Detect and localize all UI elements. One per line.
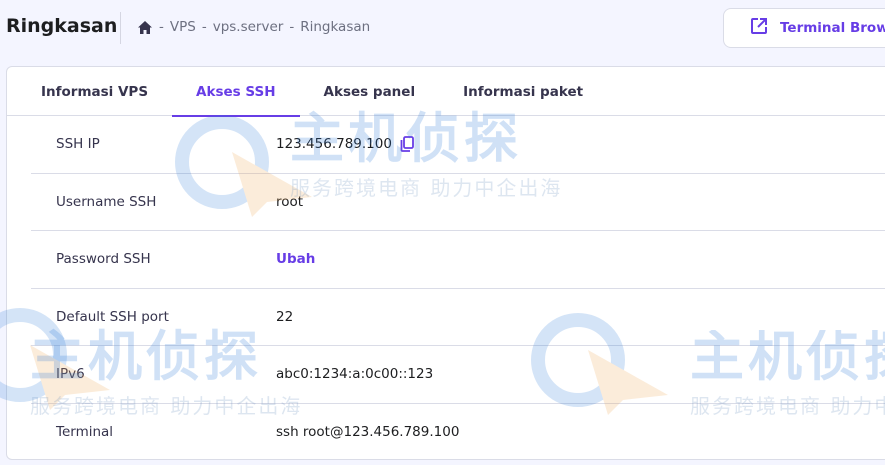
row-ipv6: IPv6 abc0:1234:a:0c00::123: [31, 346, 885, 404]
row-terminal: Terminal ssh root@123.456.789.100: [31, 404, 885, 460]
row-username-ssh: Username SSH root: [31, 174, 885, 231]
breadcrumb-item-current: Ringkasan: [300, 19, 371, 35]
breadcrumb-item-vps[interactable]: VPS: [170, 19, 196, 35]
row-value: Ubah: [276, 231, 315, 288]
terminal-browser-button[interactable]: Terminal Browser: [723, 8, 885, 48]
row-label: Username SSH: [56, 193, 157, 210]
row-label: IPv6: [56, 366, 85, 383]
row-label: Default SSH port: [56, 308, 169, 325]
page-title: Ringkasan: [6, 15, 118, 37]
terminal-command-value: ssh root@123.456.789.100: [276, 424, 460, 441]
breadcrumb-item-server[interactable]: vps.server: [213, 19, 284, 35]
tab-informasi-paket[interactable]: Informasi paket: [439, 67, 607, 116]
row-label: Password SSH: [56, 251, 151, 268]
ssh-ip-value: 123.456.789.100: [276, 136, 392, 153]
breadcrumb-separator: -: [289, 19, 295, 35]
ssh-access-card: Informasi VPS Akses SSH Akses panel Info…: [6, 66, 885, 460]
row-password-ssh: Password SSH Ubah: [31, 231, 885, 289]
row-label: Terminal: [56, 424, 114, 441]
tab-akses-ssh[interactable]: Akses SSH: [172, 67, 300, 117]
page-header: Ringkasan - VPS - vps.server - Ringkasan…: [0, 0, 885, 58]
terminal-browser-label: Terminal Browser: [780, 20, 885, 36]
change-password-link[interactable]: Ubah: [276, 251, 315, 267]
external-link-icon: [750, 17, 768, 39]
tab-akses-panel[interactable]: Akses panel: [300, 67, 440, 116]
breadcrumb-separator: -: [159, 19, 164, 35]
row-ssh-ip: SSH IP 123.456.789.100: [31, 116, 885, 174]
row-value: 123.456.789.100: [276, 116, 414, 173]
username-value: root: [276, 193, 304, 210]
row-default-ssh-port: Default SSH port 22: [31, 289, 885, 346]
title-divider: [120, 12, 121, 44]
breadcrumb: - VPS - vps.server - Ringkasan: [137, 19, 370, 35]
row-label: SSH IP: [56, 136, 100, 153]
ssh-port-value: 22: [276, 308, 294, 325]
tab-bar: Informasi VPS Akses SSH Akses panel Info…: [7, 67, 885, 117]
ipv6-value: abc0:1234:a:0c00::123: [276, 366, 434, 383]
tab-informasi-vps[interactable]: Informasi VPS: [17, 67, 172, 116]
copy-icon[interactable]: [400, 136, 414, 153]
home-icon[interactable]: [137, 20, 153, 35]
breadcrumb-separator: -: [201, 19, 207, 35]
ssh-details-list: SSH IP 123.456.789.100 Username SSH root…: [31, 116, 885, 460]
